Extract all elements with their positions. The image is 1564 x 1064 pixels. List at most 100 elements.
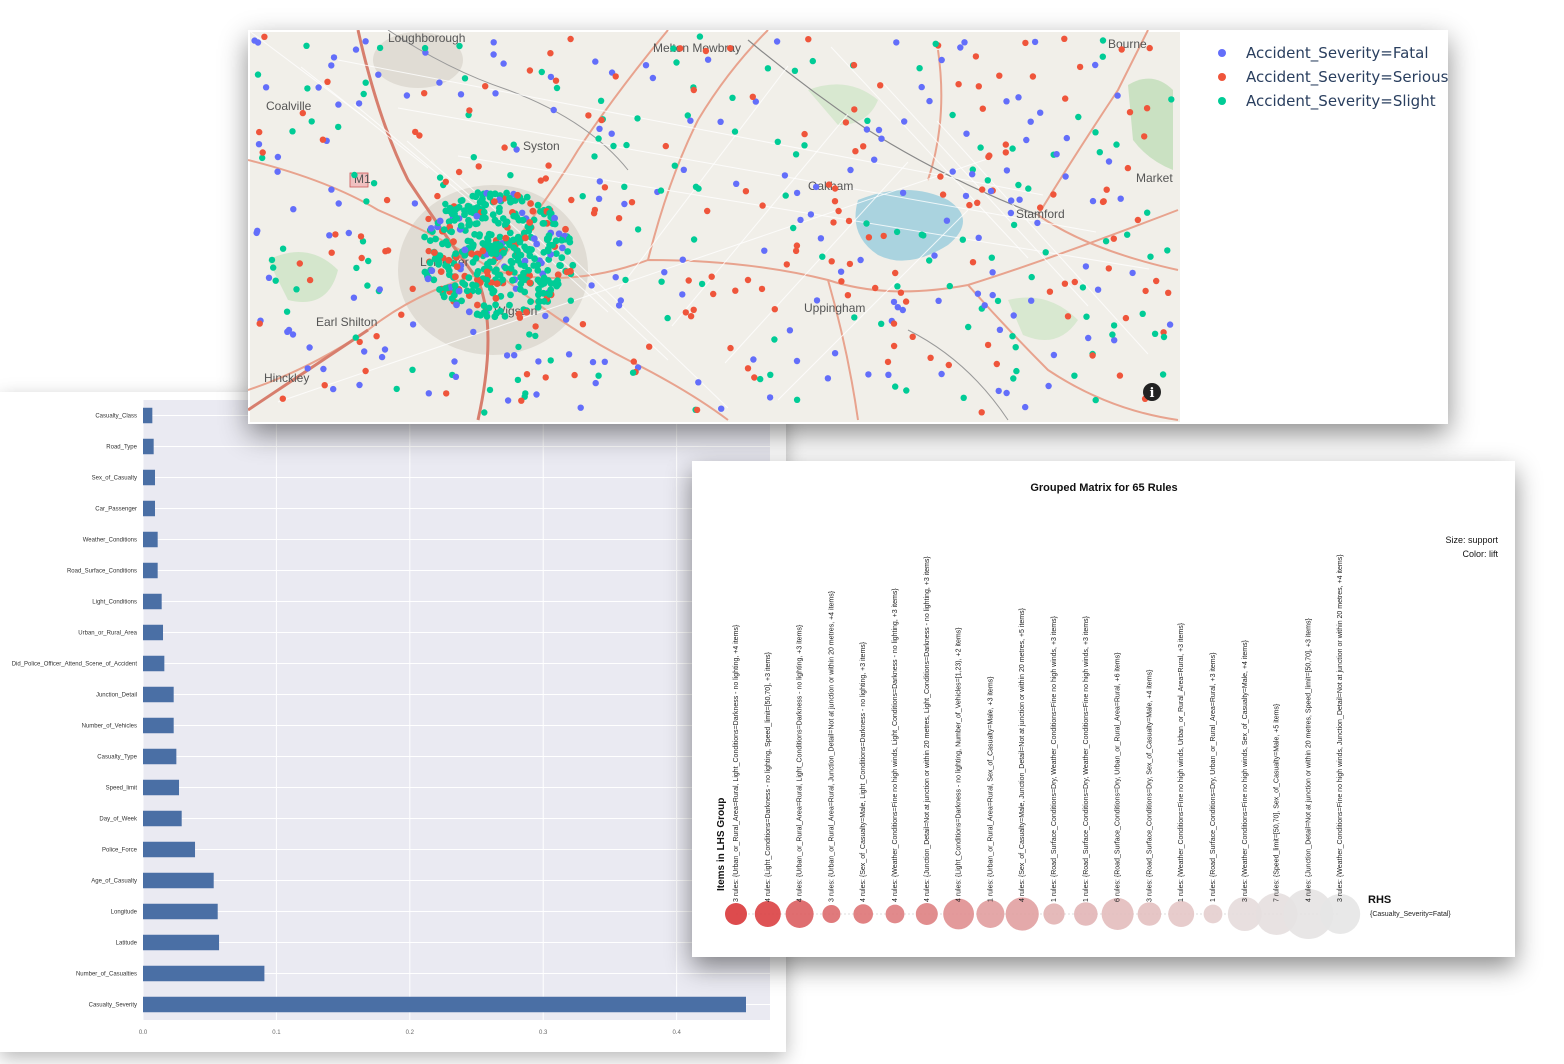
accident-point xyxy=(786,327,794,334)
accident-point xyxy=(1010,312,1017,319)
accident-point xyxy=(764,65,772,72)
accident-point xyxy=(612,73,619,80)
accident-point xyxy=(537,208,544,215)
accident-point xyxy=(865,371,872,378)
accident-point xyxy=(365,257,372,265)
rule-group-bubble xyxy=(1043,903,1065,925)
accident-point xyxy=(547,357,554,364)
accident-point xyxy=(468,250,475,258)
accident-point xyxy=(370,180,378,187)
accident-point xyxy=(838,278,845,285)
accident-point xyxy=(621,183,628,190)
accident-point xyxy=(989,269,996,276)
accident-point xyxy=(546,291,553,298)
accident-point xyxy=(877,82,884,89)
accident-point xyxy=(938,370,945,378)
accident-point xyxy=(621,200,628,208)
accident-point xyxy=(290,206,297,213)
accident-point xyxy=(1085,334,1092,342)
accident-point xyxy=(550,106,557,114)
accident-point xyxy=(825,181,833,188)
accident-point xyxy=(892,269,899,277)
accident-point xyxy=(591,153,598,160)
accident-point xyxy=(496,233,504,241)
accident-point xyxy=(424,275,432,283)
accident-point xyxy=(364,282,371,289)
accident-point xyxy=(544,267,552,274)
accident-point xyxy=(591,206,599,214)
accident-point xyxy=(527,200,534,207)
accident-point xyxy=(326,232,333,239)
map-legend: Accident_Severity=Fatal Accident_Severity… xyxy=(1218,44,1448,111)
accident-point xyxy=(601,358,608,365)
accident-point xyxy=(1144,209,1151,216)
accident-point xyxy=(677,45,684,52)
accident-point xyxy=(254,71,262,78)
bar-category-label: Light_Conditions xyxy=(92,600,137,606)
accident-point xyxy=(1159,371,1167,378)
accident-point xyxy=(995,387,1002,395)
accident-point xyxy=(717,118,724,126)
accident-point xyxy=(507,172,514,179)
accident-point xyxy=(532,323,539,330)
accident-point xyxy=(564,248,572,255)
accident-point xyxy=(536,298,544,305)
accident-point xyxy=(455,287,463,295)
accident-point xyxy=(546,209,554,217)
accident-point xyxy=(996,72,1003,79)
map-area[interactable]: LoughboroughMelton Mowbray BourneCoalvill… xyxy=(248,30,1180,422)
legend-label-serious[interactable]: Accident_Severity=Serious xyxy=(1246,68,1448,87)
accident-point xyxy=(1147,253,1154,260)
accident-point xyxy=(381,346,389,353)
legend-label-slight[interactable]: Accident_Severity=Slight xyxy=(1246,92,1436,111)
accident-point xyxy=(885,371,892,378)
accident-point xyxy=(1122,314,1130,322)
legend-label-fatal[interactable]: Accident_Severity=Fatal xyxy=(1246,44,1429,63)
accident-point xyxy=(479,240,487,247)
accident-point xyxy=(1008,197,1015,204)
accident-point xyxy=(256,128,263,136)
accident-map-svg: LoughboroughMelton Mowbray BourneCoalvill… xyxy=(248,30,1448,424)
bar-category-label: Road_Type xyxy=(106,445,137,451)
accident-point xyxy=(514,247,521,255)
accident-point xyxy=(658,278,665,285)
accident-point xyxy=(783,261,790,268)
accident-point xyxy=(1013,367,1020,375)
rule-group-label: 3 rules: {Urban_or_Rural_Area=Rural, Jun… xyxy=(828,590,835,902)
bar-x-tick-label: 0.2 xyxy=(406,1030,415,1036)
accident-point xyxy=(972,53,980,60)
accident-point xyxy=(835,207,842,215)
accident-point xyxy=(831,185,839,192)
matrix-title: Grouped Matrix for 65 Rules xyxy=(1030,482,1177,494)
accident-point xyxy=(568,196,575,204)
accident-point xyxy=(444,263,452,271)
accident-point xyxy=(1099,53,1106,60)
accident-point xyxy=(801,142,808,149)
accident-point xyxy=(526,331,533,338)
accident-point xyxy=(1042,249,1049,256)
bar-category-label: Casualty_Type xyxy=(97,755,137,761)
accident-point xyxy=(960,394,967,401)
place-label: Earl Shilton xyxy=(316,315,377,329)
accident-point xyxy=(1027,118,1034,125)
accident-point xyxy=(320,365,327,373)
bar-Casualty_Severity xyxy=(143,996,746,1013)
accident-point xyxy=(943,217,951,224)
accident-point xyxy=(335,101,342,108)
accident-point xyxy=(938,56,945,64)
accident-point xyxy=(813,297,821,304)
accident-point xyxy=(409,321,417,328)
accident-point xyxy=(1053,151,1060,158)
accident-point xyxy=(1028,297,1035,304)
accident-point xyxy=(1007,209,1015,217)
accident-point xyxy=(673,59,680,66)
accident-point xyxy=(1102,238,1110,245)
rule-group-bubble xyxy=(853,904,873,924)
legend-marker-fatal[interactable] xyxy=(1218,49,1226,57)
accident-point xyxy=(842,119,850,126)
accident-point xyxy=(750,356,757,363)
legend-marker-slight[interactable] xyxy=(1218,97,1226,105)
legend-marker-serious[interactable] xyxy=(1218,73,1226,81)
accident-point xyxy=(525,227,533,235)
accident-point xyxy=(1168,96,1175,103)
